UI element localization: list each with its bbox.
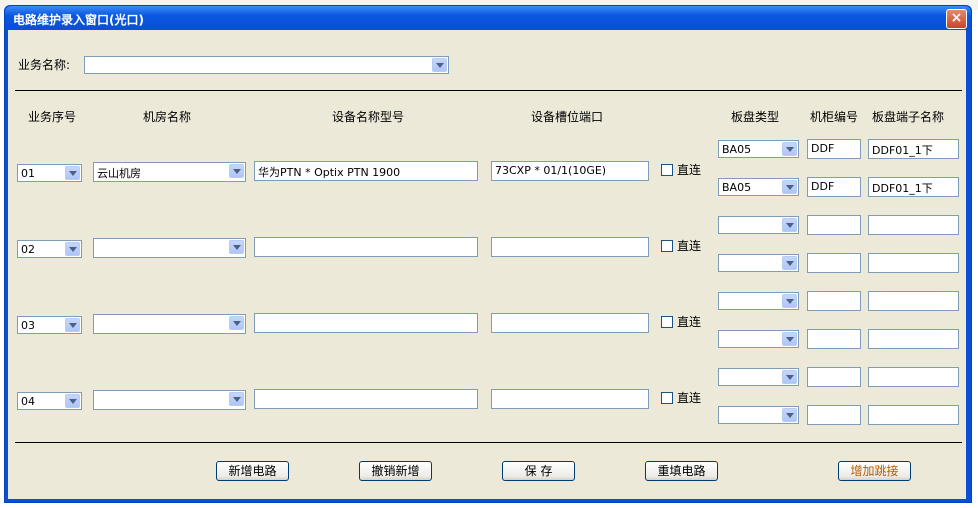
direct-label: 直连 bbox=[677, 239, 702, 253]
top-divider bbox=[15, 90, 962, 91]
board-type-select[interactable] bbox=[718, 292, 799, 310]
board-type-select[interactable] bbox=[718, 406, 799, 424]
slot-input[interactable] bbox=[491, 313, 649, 333]
room-select[interactable] bbox=[93, 238, 246, 258]
title-bar[interactable]: 电路维护录入窗口(光口) × bbox=[5, 6, 971, 30]
direct-checkbox[interactable] bbox=[661, 164, 673, 176]
undo-add-button[interactable]: 撤销新增 bbox=[359, 461, 432, 481]
seq-select[interactable]: 02 bbox=[17, 240, 82, 258]
header-port-name: 板盘端子名称 bbox=[872, 110, 945, 124]
header-room: 机房名称 bbox=[143, 110, 192, 124]
board-type-select[interactable] bbox=[718, 368, 799, 386]
port-name-input[interactable] bbox=[868, 215, 959, 235]
chevron-down-icon[interactable] bbox=[782, 370, 797, 384]
room-select[interactable] bbox=[93, 390, 246, 410]
port-name-input[interactable] bbox=[868, 329, 959, 349]
chevron-down-icon[interactable] bbox=[782, 256, 797, 270]
port-name-input[interactable]: DDF01_1下 bbox=[868, 177, 959, 197]
cabinet-input[interactable] bbox=[807, 253, 861, 273]
slot-input[interactable] bbox=[491, 389, 649, 409]
cabinet-input[interactable] bbox=[807, 291, 861, 311]
direct-checkbox[interactable] bbox=[661, 392, 673, 404]
direct-checkbox[interactable] bbox=[661, 240, 673, 252]
chevron-down-icon[interactable] bbox=[782, 218, 797, 232]
header-device: 设备名称型号 bbox=[332, 110, 405, 124]
bottom-divider bbox=[15, 442, 962, 443]
cabinet-input[interactable] bbox=[807, 215, 861, 235]
board-type-select[interactable]: BA05 bbox=[718, 140, 799, 158]
cabinet-input[interactable] bbox=[807, 405, 861, 425]
header-cabinet: 机柜编号 bbox=[810, 110, 859, 124]
chevron-down-icon[interactable] bbox=[65, 318, 80, 332]
seq-value: 02 bbox=[21, 243, 35, 256]
chevron-down-icon[interactable] bbox=[432, 58, 447, 72]
direct-label: 直连 bbox=[677, 391, 702, 405]
dialog-window: 电路维护录入窗口(光口) × 业务名称: 业务序号 机房名称 设备名称型号 设备… bbox=[4, 5, 972, 503]
device-input[interactable] bbox=[254, 313, 478, 333]
device-input[interactable]: 华为PTN * Optix PTN 1900 bbox=[254, 161, 478, 181]
board-type-select[interactable] bbox=[718, 254, 799, 272]
chevron-down-icon[interactable] bbox=[229, 316, 244, 330]
device-input[interactable] bbox=[254, 237, 478, 257]
dialog-client-area: 业务名称: 业务序号 机房名称 设备名称型号 设备槽位端口 板盘类型 机柜编号 … bbox=[8, 30, 966, 499]
room-select[interactable] bbox=[93, 314, 246, 334]
chevron-down-icon[interactable] bbox=[229, 164, 244, 178]
board-type-value: BA05 bbox=[722, 181, 752, 194]
chevron-down-icon[interactable] bbox=[65, 394, 80, 408]
chevron-down-icon[interactable] bbox=[782, 180, 797, 194]
chevron-down-icon[interactable] bbox=[782, 294, 797, 308]
seq-select[interactable]: 03 bbox=[17, 316, 82, 334]
seq-value: 04 bbox=[21, 395, 35, 408]
save-button[interactable]: 保 存 bbox=[502, 461, 575, 481]
chevron-down-icon[interactable] bbox=[65, 166, 80, 180]
close-button[interactable]: × bbox=[946, 9, 967, 29]
room-value: 云山机房 bbox=[97, 167, 141, 180]
board-type-select[interactable] bbox=[718, 216, 799, 234]
chevron-down-icon[interactable] bbox=[229, 240, 244, 254]
chevron-down-icon[interactable] bbox=[65, 242, 80, 256]
port-name-input[interactable] bbox=[868, 405, 959, 425]
device-input[interactable] bbox=[254, 389, 478, 409]
seq-value: 01 bbox=[21, 167, 35, 180]
seq-value: 03 bbox=[21, 319, 35, 332]
cabinet-input[interactable]: DDF bbox=[807, 139, 861, 159]
header-slot: 设备槽位端口 bbox=[531, 110, 604, 124]
service-name-label: 业务名称: bbox=[18, 58, 71, 72]
port-name-input[interactable] bbox=[868, 367, 959, 387]
port-name-input[interactable] bbox=[868, 291, 959, 311]
chevron-down-icon[interactable] bbox=[229, 392, 244, 406]
window-title: 电路维护录入窗口(光口) bbox=[13, 13, 144, 27]
board-type-select[interactable]: BA05 bbox=[718, 178, 799, 196]
board-type-value: BA05 bbox=[722, 143, 752, 156]
cabinet-input[interactable] bbox=[807, 329, 861, 349]
chevron-down-icon[interactable] bbox=[782, 332, 797, 346]
seq-select[interactable]: 01 bbox=[17, 164, 82, 182]
direct-label: 直连 bbox=[677, 163, 702, 177]
port-name-input[interactable]: DDF01_1下 bbox=[868, 139, 959, 159]
room-select[interactable]: 云山机房 bbox=[93, 162, 246, 182]
add-jump-button[interactable]: 增加跳接 bbox=[838, 461, 911, 481]
port-name-input[interactable] bbox=[868, 253, 959, 273]
cabinet-input[interactable]: DDF bbox=[807, 177, 861, 197]
header-seq: 业务序号 bbox=[28, 110, 77, 124]
service-name-select[interactable] bbox=[84, 56, 449, 74]
header-board-type: 板盘类型 bbox=[731, 110, 780, 124]
add-circuit-button[interactable]: 新增电路 bbox=[216, 461, 289, 481]
slot-input[interactable]: 73CXP * 01/1(10GE) bbox=[491, 161, 649, 181]
seq-select[interactable]: 04 bbox=[17, 392, 82, 410]
refill-circuit-button[interactable]: 重填电路 bbox=[645, 461, 718, 481]
direct-label: 直连 bbox=[677, 315, 702, 329]
board-type-select[interactable] bbox=[718, 330, 799, 348]
direct-checkbox[interactable] bbox=[661, 316, 673, 328]
cabinet-input[interactable] bbox=[807, 367, 861, 387]
chevron-down-icon[interactable] bbox=[782, 142, 797, 156]
chevron-down-icon[interactable] bbox=[782, 408, 797, 422]
slot-input[interactable] bbox=[491, 237, 649, 257]
